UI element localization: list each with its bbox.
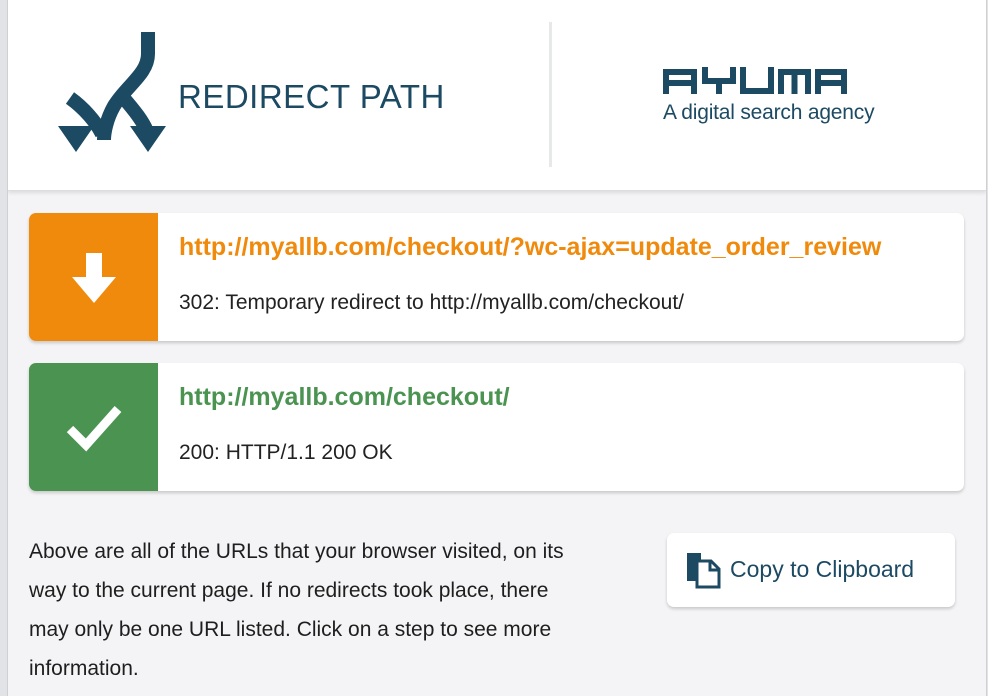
arrow-down-icon: [72, 253, 116, 303]
brand-name: REDIRECT PATH: [178, 78, 445, 115]
clipboard-copy-icon: [687, 553, 721, 589]
header-divider: [549, 22, 552, 167]
partner-tagline: A digital search agency: [663, 101, 875, 124]
checkmark-icon: [66, 406, 122, 452]
status-box-redirect: [29, 213, 158, 341]
step-url: http://myallb.com/checkout/?wc-ajax=upda…: [179, 233, 882, 261]
ayima-logo-icon: [663, 67, 847, 94]
redirect-step-1[interactable]: http://myallb.com/checkout/?wc-ajax=upda…: [29, 213, 964, 341]
status-box-success: [29, 363, 158, 491]
step-url: http://myallb.com/checkout/: [179, 383, 510, 411]
header: REDIRECT PATH A digital search agency: [8, 0, 986, 191]
info-text: Above are all of the URLs that your brow…: [29, 540, 564, 680]
redirect-path-logo-icon: [58, 32, 166, 152]
step-description: 200: HTTP/1.1 200 OK: [179, 441, 393, 464]
redirect-path-popup: REDIRECT PATH A digital search agency ht…: [7, 0, 987, 696]
copy-button-label: Copy to Clipboard: [730, 556, 915, 582]
redirect-step-2[interactable]: http://myallb.com/checkout/ 200: HTTP/1.…: [29, 363, 964, 491]
copy-to-clipboard-button[interactable]: Copy to Clipboard: [667, 533, 955, 607]
step-description: 302: Temporary redirect to http://myallb…: [179, 291, 685, 314]
